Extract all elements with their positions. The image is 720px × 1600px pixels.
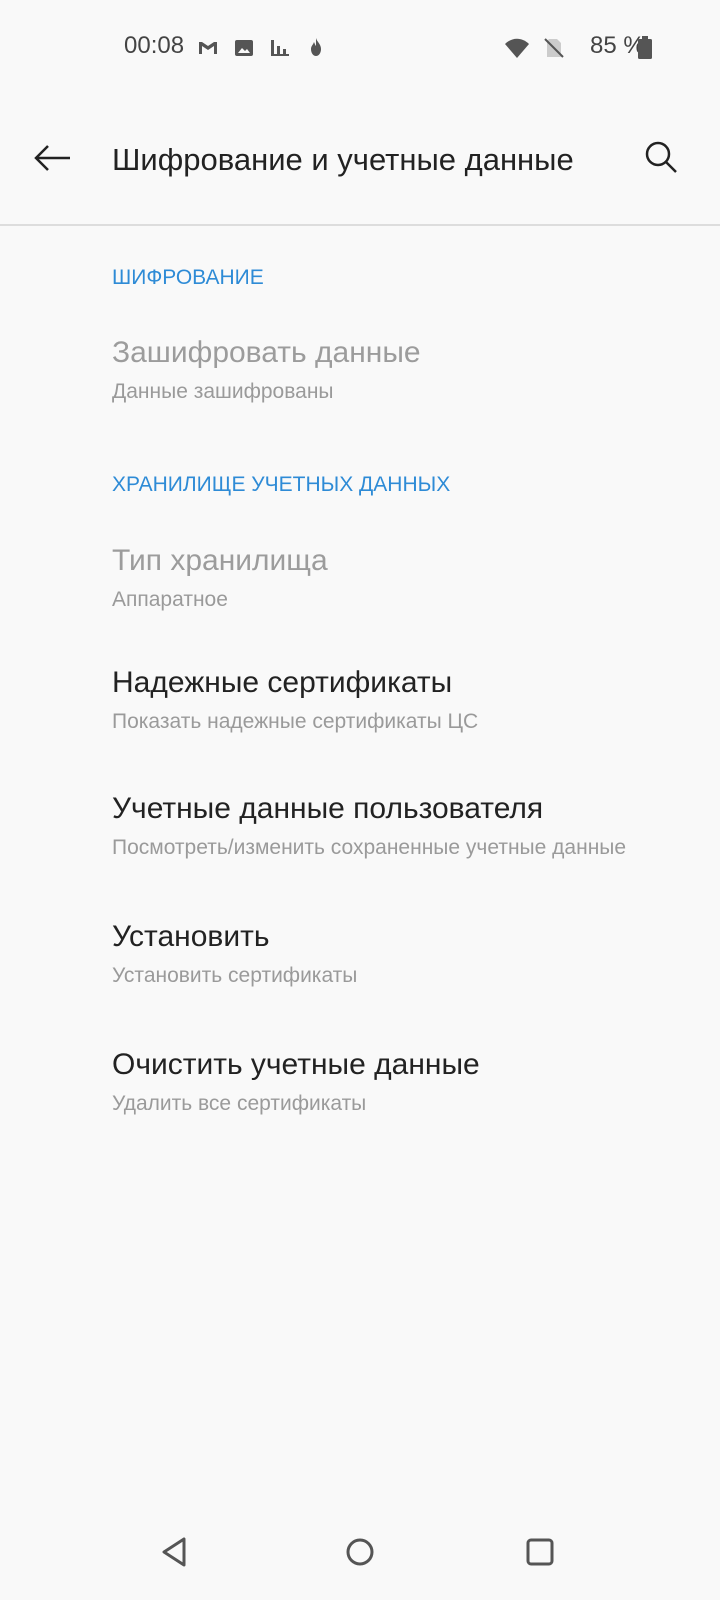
back-button[interactable] (24, 130, 80, 186)
wifi-icon (504, 36, 529, 60)
setting-user-credentials[interactable]: Учетные данные пользователя Посмотреть/и… (0, 774, 720, 884)
setting-install-certificates[interactable]: Установить Установить сертификаты (0, 902, 720, 1012)
nav-home-button[interactable] (332, 1524, 388, 1580)
setting-summary: Данные зашифрованы (112, 380, 334, 403)
page-title: Шифрование и учетные данные (112, 142, 574, 177)
setting-title: Зашифровать данные (112, 336, 421, 369)
search-icon (645, 141, 677, 173)
setting-title: Тип хранилища (112, 544, 328, 577)
nav-back-button[interactable] (148, 1524, 204, 1580)
setting-title: Учетные данные пользователя (112, 792, 544, 825)
nav-home-icon (346, 1538, 374, 1566)
fire-icon (304, 36, 328, 60)
section-header-encryption: ШИФРОВАНИЕ (112, 266, 264, 289)
nav-back-icon (162, 1537, 186, 1567)
setting-summary: Удалить все сертификаты (112, 1092, 367, 1115)
status-time: 00:08 (124, 32, 185, 59)
image-icon (232, 36, 256, 60)
setting-summary: Аппаратное (112, 588, 228, 611)
setting-title: Надежные сертификаты (112, 666, 453, 699)
nav-recents-icon (526, 1538, 554, 1566)
battery-icon (636, 36, 660, 60)
setting-summary: Установить сертификаты (112, 964, 358, 987)
setting-summary: Показать надежные сертификаты ЦС (112, 710, 479, 733)
gmail-icon (196, 36, 220, 60)
setting-trusted-certificates[interactable]: Надежные сертификаты Показать надежные с… (0, 648, 720, 758)
setting-clear-credentials[interactable]: Очистить учетные данные Удалить все серт… (0, 1030, 720, 1140)
nav-recents-button[interactable] (512, 1524, 568, 1580)
setting-title: Очистить учетные данные (112, 1048, 480, 1081)
app-bar: Шифрование и учетные данные (0, 96, 720, 226)
stats-icon (268, 36, 292, 60)
navigation-bar (0, 1500, 720, 1600)
no-sim-icon (542, 36, 566, 60)
search-button[interactable] (636, 132, 692, 188)
setting-summary: Посмотреть/изменить сохраненные учетные … (112, 836, 627, 859)
setting-storage-type[interactable]: Тип хранилища Аппаратное (0, 526, 720, 636)
setting-encrypt-data[interactable]: Зашифровать данные Данные зашифрованы (0, 318, 720, 428)
setting-title: Установить (112, 920, 270, 953)
status-bar: 00:08 85 % (0, 0, 720, 96)
arrow-back-icon (34, 145, 70, 171)
section-header-credential-storage: ХРАНИЛИЩЕ УЧЕТНЫХ ДАННЫХ (112, 473, 451, 496)
